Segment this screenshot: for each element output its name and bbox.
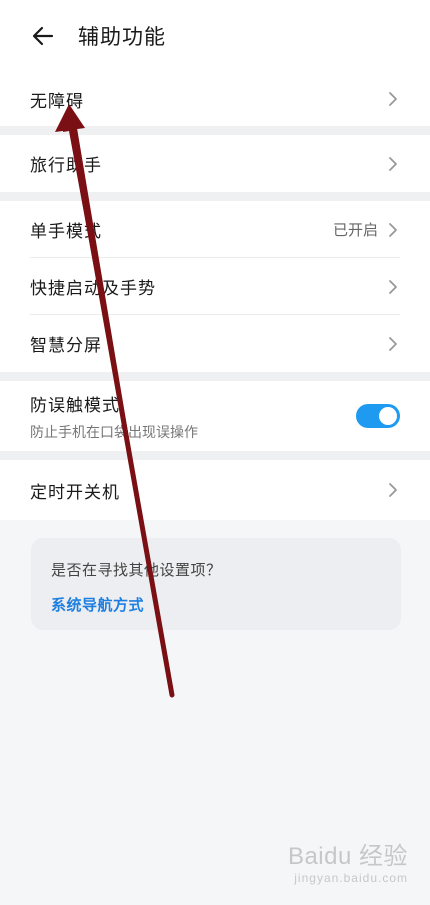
row-accessibility-label: 无障碍 [30, 91, 84, 112]
watermark-site: jingyan.baidu.com [294, 871, 408, 885]
group-mistouch: 防误触模式 防止手机在口袋出现误操作 [0, 381, 430, 451]
row-quick-launch[interactable]: 快捷启动及手势 [0, 258, 430, 315]
mistouch-toggle[interactable] [356, 404, 400, 428]
row-split-screen-label: 智慧分屏 [30, 336, 102, 356]
row-scheduled-power-label: 定时开关机 [30, 482, 120, 503]
app-header: 辅助功能 [0, 0, 430, 72]
group-travel: 旅行助手 [0, 135, 430, 192]
row-one-hand-mode[interactable]: 单手模式 已开启 [0, 201, 430, 258]
row-accessibility[interactable]: 无障碍 [0, 72, 430, 126]
suggestion-question: 是否在寻找其他设置项？ [51, 561, 222, 579]
row-scheduled-power[interactable]: 定时开关机 [0, 460, 430, 520]
row-travel-assistant[interactable]: 旅行助手 [0, 135, 430, 192]
back-arrow-icon[interactable] [30, 23, 56, 49]
chevron-right-icon [386, 155, 400, 173]
row-quick-launch-label: 快捷启动及手势 [30, 279, 156, 299]
watermark-brand: Baidu 经验 [287, 843, 408, 870]
toggle-knob [379, 407, 397, 425]
chevron-right-icon [386, 221, 400, 239]
chevron-right-icon [386, 335, 400, 353]
chevron-right-icon [386, 90, 400, 108]
group-accessibility: 无障碍 [0, 72, 430, 126]
suggestion-card: 是否在寻找其他设置项？ 系统导航方式 [31, 538, 401, 630]
row-travel-label: 旅行助手 [30, 156, 102, 176]
group-power: 定时开关机 [0, 460, 430, 520]
chevron-right-icon [386, 278, 400, 296]
row-split-screen[interactable]: 智慧分屏 [0, 315, 430, 372]
baidu-watermark: Baidu 经验 jingyan.baidu.com [288, 836, 408, 885]
group-modes: 单手模式 已开启 快捷启动及手势 智慧分屏 [0, 201, 430, 372]
page-title: 辅助功能 [78, 25, 166, 49]
row-one-hand-status: 已开启 [332, 221, 378, 239]
row-mistouch-description: 防止手机在口袋出现误操作 [30, 424, 198, 441]
chevron-right-icon [386, 481, 400, 499]
row-mistouch-label: 防误触模式 [30, 395, 120, 416]
row-mistouch-mode[interactable]: 防误触模式 防止手机在口袋出现误操作 [0, 381, 430, 451]
system-navigation-link[interactable]: 系统导航方式 [51, 594, 381, 615]
row-one-hand-label: 单手模式 [30, 222, 102, 242]
